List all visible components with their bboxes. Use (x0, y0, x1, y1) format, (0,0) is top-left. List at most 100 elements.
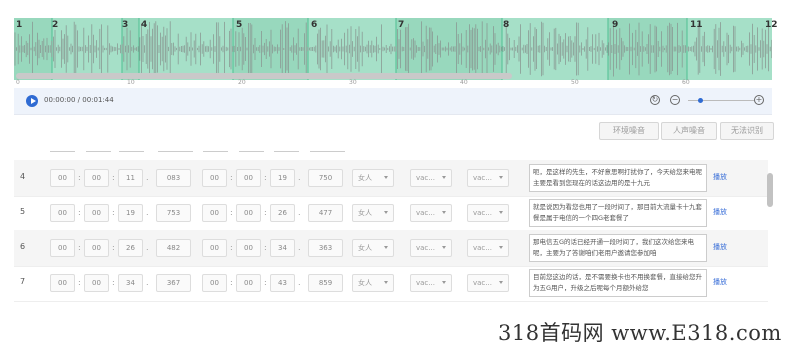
start-time-field[interactable]: 00 (50, 239, 75, 257)
row-divider (86, 151, 111, 152)
start-time-field[interactable]: 753 (156, 204, 191, 222)
table-row: 6 00:00:26. 482 00:00:34. 363 女人 vac... vac... 那… (14, 230, 768, 267)
play-segment-link[interactable]: 播放 (713, 172, 727, 182)
start-time-field[interactable]: 00 (50, 274, 75, 292)
select-value: vac... (473, 279, 492, 287)
voice-noise-button[interactable]: 人声噪音 (661, 122, 717, 140)
ruler-tick-label: 30 (349, 79, 357, 86)
time-separator: : (78, 243, 81, 252)
table-scrollbar[interactable] (767, 173, 773, 207)
transcript-textarea[interactable]: 呃，是这样的先生，不好意思啊打扰你了，今天给您来电呢主要是看到您现在的话这边用的… (529, 164, 707, 192)
chevron-down-icon (442, 281, 446, 284)
end-time-field[interactable]: 00 (236, 274, 261, 292)
select-value: vac... (473, 244, 492, 252)
time-separator: : (112, 278, 115, 287)
end-time-field[interactable]: 00 (202, 274, 227, 292)
time-separator: : (78, 173, 81, 182)
start-time-field[interactable]: 367 (156, 274, 191, 292)
vac-select[interactable]: vac... (410, 274, 452, 292)
vac-select[interactable]: vac... (467, 239, 509, 257)
row-index: 7 (20, 277, 26, 286)
ruler-tick-label: 10 (127, 79, 135, 86)
end-time-field[interactable]: 00 (236, 204, 261, 222)
end-time-field[interactable]: 363 (308, 239, 343, 257)
select-value: vac... (473, 174, 492, 182)
unrecognizable-button[interactable]: 无法识别 (720, 122, 774, 140)
ruler-tick-label: 40 (460, 79, 468, 86)
segment-number: 4 (141, 20, 148, 30)
segment-number: 11 (690, 20, 703, 30)
vac-select[interactable]: vac... (467, 169, 509, 187)
end-time-field[interactable]: 34 (270, 239, 295, 257)
start-time-field[interactable]: 34 (118, 274, 143, 292)
time-separator: : (264, 278, 267, 287)
start-time-field[interactable]: 19 (118, 204, 143, 222)
segment-number: 8 (503, 20, 510, 30)
segment-region[interactable] (502, 18, 608, 80)
time-separator: . (146, 173, 149, 182)
end-time-field[interactable]: 43 (270, 274, 295, 292)
ambient-noise-button[interactable]: 环境噪音 (599, 122, 659, 140)
start-time-field[interactable]: 482 (156, 239, 191, 257)
zoom-out-icon[interactable]: − (670, 95, 680, 105)
start-time-field[interactable]: 00 (50, 169, 75, 187)
end-time-field[interactable]: 00 (202, 239, 227, 257)
chevron-down-icon (384, 176, 388, 179)
chevron-down-icon (442, 176, 446, 179)
end-time-field[interactable]: 26 (270, 204, 295, 222)
end-time-field[interactable]: 00 (236, 239, 261, 257)
row-index: 6 (20, 242, 26, 251)
start-time-field[interactable]: 00 (50, 204, 75, 222)
transcript-textarea[interactable]: 目前您这边的话，是不需要换卡也不用换套餐，直接给您升为五G用户，升级之后呢每个月… (529, 269, 707, 297)
transcript-textarea[interactable]: 那电信五G的话已经开通一段时间了，我们这次给您来电呢，主要为了答谢咱们老用户邀请… (529, 234, 707, 262)
segment-number: 6 (311, 20, 318, 30)
ruler-tick-label: 60 (682, 79, 690, 86)
end-time-field[interactable]: 00 (202, 204, 227, 222)
gender-select[interactable]: 女人 (352, 204, 394, 222)
vac-select[interactable]: vac... (467, 274, 509, 292)
vac-select[interactable]: vac... (410, 239, 452, 257)
play-segment-link[interactable]: 播放 (713, 277, 727, 287)
time-separator: . (298, 173, 301, 182)
row-divider (119, 151, 144, 152)
time-separator: : (264, 243, 267, 252)
play-icon[interactable] (26, 95, 38, 107)
end-time-field[interactable]: 859 (308, 274, 343, 292)
chevron-down-icon (499, 211, 503, 214)
start-time-field[interactable]: 11 (118, 169, 143, 187)
gender-select[interactable]: 女人 (352, 169, 394, 187)
start-time-field[interactable]: 00 (84, 274, 109, 292)
start-time-field[interactable]: 00 (84, 169, 109, 187)
end-time-field[interactable]: 477 (308, 204, 343, 222)
start-time-field[interactable]: 26 (118, 239, 143, 257)
vac-select[interactable]: vac... (410, 169, 452, 187)
segment-number: 3 (122, 20, 129, 30)
end-time-field[interactable]: 19 (270, 169, 295, 187)
ruler-tick-label: 0 (16, 79, 20, 86)
time-separator: . (298, 243, 301, 252)
play-segment-link[interactable]: 播放 (713, 207, 727, 217)
vac-select[interactable]: vac... (467, 204, 509, 222)
speed-icon[interactable]: ↻ (650, 95, 660, 105)
end-time-field[interactable]: 00 (236, 169, 261, 187)
player-bar: 00:00:00 / 00:01:44 ↻ − + (14, 88, 772, 115)
segment-number: 12 (765, 20, 778, 30)
zoom-in-icon[interactable]: + (754, 95, 764, 105)
gender-select[interactable]: 女人 (352, 274, 394, 292)
time-separator: : (112, 208, 115, 217)
transcript-textarea[interactable]: 就是说因为看您也用了一段时间了，那目前大流量卡十九套餐是属于电信的一个四G老套餐… (529, 199, 707, 227)
gender-select[interactable]: 女人 (352, 239, 394, 257)
row-divider (50, 151, 75, 152)
start-time-field[interactable]: 083 (156, 169, 191, 187)
vac-select[interactable]: vac... (410, 204, 452, 222)
watermark: 318首码网 www.E318.com (498, 321, 782, 345)
start-time-field[interactable]: 00 (84, 239, 109, 257)
play-segment-link[interactable]: 播放 (713, 242, 727, 252)
time-separator: : (78, 278, 81, 287)
time-separator: : (230, 243, 233, 252)
end-time-field[interactable]: 00 (202, 169, 227, 187)
zoom-slider-handle[interactable] (698, 98, 703, 103)
end-time-field[interactable]: 750 (308, 169, 343, 187)
time-separator: : (112, 243, 115, 252)
start-time-field[interactable]: 00 (84, 204, 109, 222)
